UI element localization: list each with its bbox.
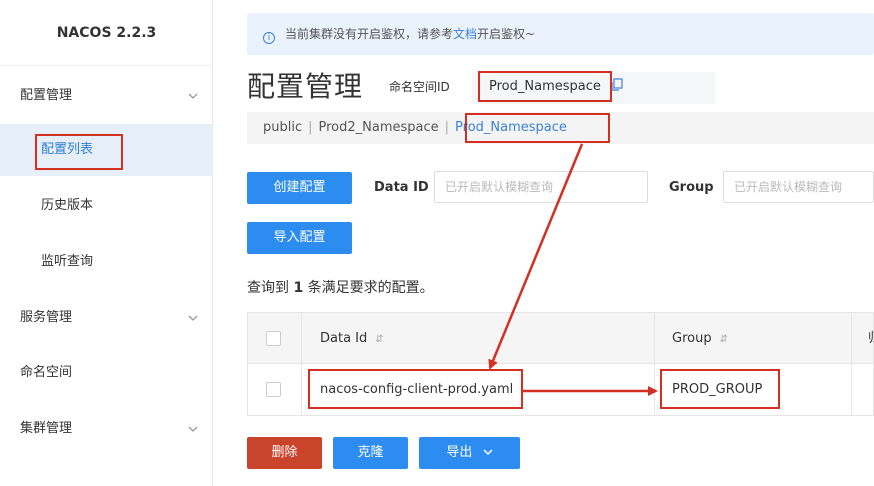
- tab-separator: |: [308, 120, 313, 135]
- data-id-input[interactable]: 已开启默认模糊查询: [434, 171, 648, 203]
- chevron-down-icon: [483, 449, 493, 456]
- sidebar-item-label: 配置列表: [41, 142, 94, 157]
- create-config-button[interactable]: 创建配置: [247, 172, 352, 204]
- clone-button[interactable]: 克隆: [333, 437, 408, 469]
- tab-prod2-namespace[interactable]: Prod2_Namespace: [319, 120, 439, 135]
- group-input[interactable]: 已开启默认模糊查询: [723, 171, 874, 203]
- brand-title: NACOS 2.2.3: [0, 0, 213, 66]
- notice-text-suffix: 开启鉴权~: [477, 27, 536, 41]
- column-header-data-id[interactable]: Data Id ⇵: [320, 313, 384, 364]
- cell-data-id[interactable]: nacos-config-client-prod.yaml: [320, 364, 513, 415]
- column-header-group[interactable]: Group ⇵: [672, 313, 728, 364]
- menu-config-management[interactable]: 配置管理: [0, 70, 213, 122]
- menu-label: 命名空间: [20, 365, 73, 380]
- sort-icon[interactable]: ⇵: [720, 334, 728, 345]
- copy-icon[interactable]: [610, 78, 624, 92]
- result-prefix: 查询到: [247, 280, 289, 296]
- column-label: Data Id: [320, 331, 368, 346]
- result-suffix: 条满足要求的配置。: [307, 280, 434, 296]
- sort-icon[interactable]: ⇵: [375, 334, 383, 345]
- sidebar-item-config-list[interactable]: 配置列表: [0, 124, 213, 176]
- query-result-text: 查询到 1 条满足要求的配置。: [247, 277, 434, 297]
- info-icon: i: [263, 32, 275, 44]
- config-table: Data Id ⇵ Group ⇵ 归 nacos-config-client-pr…: [247, 312, 874, 416]
- column-header-app[interactable]: 归: [868, 313, 874, 364]
- page-title: 配置管理: [247, 70, 364, 103]
- select-all-checkbox[interactable]: [266, 331, 281, 346]
- namespace-tabs: public | Prod2_Namespace | Prod_Namespace: [247, 112, 874, 144]
- import-config-button[interactable]: 导入配置: [247, 222, 352, 254]
- export-button[interactable]: 导出: [419, 437, 520, 469]
- group-label: Group: [669, 180, 714, 195]
- namespace-id-label: 命名空间ID: [389, 80, 450, 94]
- menu-cluster-management[interactable]: 集群管理: [0, 403, 213, 455]
- sidebar-item-listener-query[interactable]: 监听查询: [0, 236, 213, 288]
- sidebar: NACOS 2.2.3 配置管理 配置列表 历史版本 监听查询 服务管理 命名空…: [0, 0, 213, 486]
- cell-group: PROD_GROUP: [672, 382, 763, 397]
- tab-prod-namespace[interactable]: Prod_Namespace: [455, 120, 567, 135]
- sidebar-item-label: 历史版本: [41, 198, 94, 213]
- namespace-id-value: Prod_Namespace: [489, 79, 601, 94]
- chevron-down-icon: [188, 315, 198, 321]
- menu-service-management[interactable]: 服务管理: [0, 292, 213, 344]
- result-count: 1: [293, 280, 304, 296]
- tab-separator: |: [444, 120, 450, 135]
- auth-notice: i 当前集群没有开启鉴权，请参考文档开启鉴权~: [247, 13, 874, 55]
- data-id-label: Data ID: [374, 180, 429, 195]
- menu-label: 服务管理: [20, 310, 73, 325]
- table-row[interactable]: nacos-config-client-prod.yaml PROD_GROUP: [247, 364, 874, 416]
- notice-doc-link[interactable]: 文档: [453, 27, 477, 41]
- export-label: 导出: [446, 445, 473, 460]
- sidebar-item-label: 监听查询: [41, 254, 94, 269]
- notice-text: 当前集群没有开启鉴权，请参考: [285, 27, 454, 41]
- menu-namespace[interactable]: 命名空间: [0, 347, 213, 399]
- tab-public[interactable]: public: [263, 120, 302, 135]
- table-header: Data Id ⇵ Group ⇵ 归: [247, 312, 874, 364]
- delete-button[interactable]: 删除: [247, 437, 322, 469]
- row-checkbox[interactable]: [266, 382, 281, 397]
- menu-label: 配置管理: [20, 88, 73, 103]
- menu-label: 集群管理: [20, 421, 73, 436]
- column-label: Group: [672, 331, 712, 346]
- sidebar-item-history[interactable]: 历史版本: [0, 180, 213, 232]
- chevron-down-icon: [188, 426, 198, 432]
- chevron-down-icon: [188, 93, 198, 99]
